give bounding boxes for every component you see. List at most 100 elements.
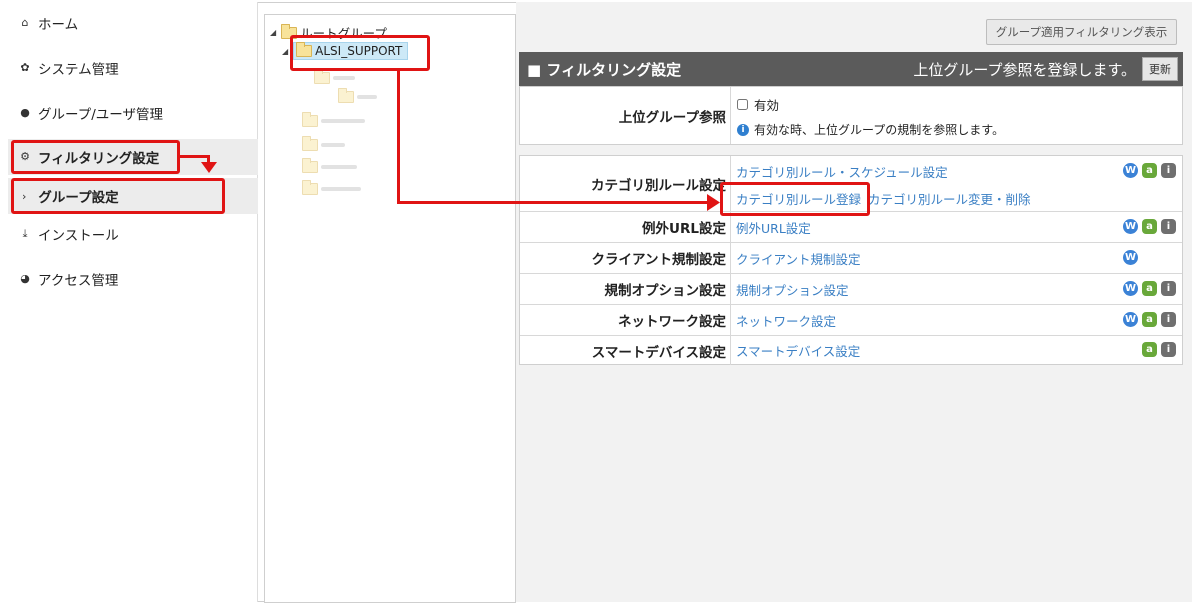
tree-node-blurred[interactable] — [314, 69, 355, 84]
sidebar-item-label: ホーム — [38, 17, 79, 33]
web-badge-icon: W — [1123, 281, 1138, 296]
parent-ref-checkbox[interactable] — [737, 99, 748, 110]
tree-node-blurred[interactable] — [302, 180, 361, 195]
sidebar-item-label: グループ/ユーザ管理 — [38, 107, 163, 123]
android-badge-icon: a — [1142, 342, 1157, 357]
group-filter-display-button[interactable]: グループ適用フィルタリング表示 — [986, 19, 1177, 45]
folder-icon — [302, 158, 318, 173]
android-badge-icon: a — [1142, 281, 1157, 296]
rule-value: スマートデバイス設定 a i — [732, 336, 1182, 365]
android-badge-icon: a — [1142, 312, 1157, 327]
update-button[interactable]: 更新 — [1142, 57, 1178, 81]
badge-group: W a i — [1123, 312, 1176, 327]
client-restriction-link[interactable]: クライアント規制設定 — [736, 249, 861, 268]
sidebar-item-label: フィルタリング設定 — [38, 151, 160, 167]
badge-group: W a i — [1123, 281, 1176, 296]
badge-group: a i — [1142, 342, 1176, 357]
arrow-line — [397, 71, 400, 204]
collapse-icon[interactable]: ◢ — [282, 47, 288, 56]
web-badge-icon: W — [1123, 312, 1138, 327]
android-badge-icon: a — [1142, 219, 1157, 234]
rules-table: カテゴリ別ルール設定 カテゴリ別ルール・スケジュール設定 カテゴリ別ルール登録 … — [519, 155, 1183, 365]
rule-label: スマートデバイス設定 — [520, 336, 731, 365]
tree-node-alsi-support[interactable]: ALSI_SUPPORT — [293, 42, 409, 60]
category-register-link[interactable]: カテゴリ別ルール登録 — [736, 189, 861, 208]
sidebar-item-group-settings[interactable]: › グループ設定 — [8, 178, 258, 214]
sidebar-item-system[interactable]: ✿ システム管理 — [8, 50, 258, 86]
sidebar-item-label: グループ設定 — [38, 190, 119, 206]
parent-ref-label: 上位グループ参照 — [520, 87, 731, 144]
restriction-option-link[interactable]: 規制オプション設定 — [736, 280, 849, 299]
tree-node-selected[interactable]: ◢ ALSI_SUPPORT — [282, 42, 409, 60]
sidebar-item-access[interactable]: ◕ アクセス管理 — [8, 261, 258, 297]
ios-badge-icon: i — [1161, 342, 1176, 357]
tree-node-label: ALSI_SUPPORT — [315, 44, 403, 58]
sidebar-item-filtering[interactable]: ⚙ フィルタリング設定 — [8, 139, 258, 175]
table-row: 規制オプション設定 規制オプション設定 W a i — [520, 274, 1182, 305]
folder-icon — [302, 180, 318, 195]
section-header: ■ フィルタリング設定 上位グループ参照を登録します。 更新 — [519, 52, 1183, 86]
rule-value: クライアント規制設定 W — [732, 243, 1182, 273]
tree-node-blurred[interactable] — [338, 88, 377, 103]
parent-ref-checkbox-label: 有効 — [754, 98, 780, 113]
rule-label: クライアント規制設定 — [520, 243, 731, 273]
web-badge-icon: W — [1123, 163, 1138, 178]
exception-url-link[interactable]: 例外URL設定 — [736, 218, 811, 237]
info-icon: i — [737, 123, 749, 136]
parent-ref-info-text: 有効な時、上位グループの規制を参照します。 — [754, 123, 1005, 137]
rule-label: 例外URL設定 — [520, 212, 731, 242]
parent-ref-checkbox-wrap[interactable]: 有効 — [737, 95, 779, 114]
ios-badge-icon: i — [1161, 163, 1176, 178]
blurred-label — [321, 187, 361, 191]
blurred-label — [321, 119, 365, 123]
folder-icon — [338, 88, 354, 103]
pie-chart-icon: ◕ — [20, 272, 30, 285]
blurred-label — [321, 165, 357, 169]
folder-icon — [302, 112, 318, 127]
rule-value: カテゴリ別ルール・スケジュール設定 カテゴリ別ルール登録 カテゴリ別ルール変更・… — [732, 156, 1182, 211]
collapse-icon[interactable]: ◢ — [270, 28, 276, 37]
parent-ref-table: 上位グループ参照 有効 i 有効な時、上位グループの規制を参照します。 — [519, 86, 1183, 145]
blurred-label — [333, 76, 355, 80]
smart-device-link[interactable]: スマートデバイス設定 — [736, 341, 860, 360]
tree-node-blurred[interactable] — [302, 158, 357, 173]
rule-value: 例外URL設定 W a i — [732, 212, 1182, 242]
ios-badge-icon: i — [1161, 281, 1176, 296]
group-tree-panel: ◢ ルートグループ ◢ ALSI_SUPPORT — [264, 14, 516, 603]
rule-label: ネットワーク設定 — [520, 305, 731, 335]
download-icon: ⤓ — [22, 227, 28, 240]
blurred-label — [357, 95, 377, 99]
sidebar-item-home[interactable]: ⌂ ホーム — [8, 5, 258, 41]
network-link[interactable]: ネットワーク設定 — [736, 311, 836, 330]
category-schedule-link[interactable]: カテゴリ別ルール・スケジュール設定 — [736, 162, 948, 181]
badge-group: W — [1123, 250, 1138, 265]
rule-value: 規制オプション設定 W a i — [732, 274, 1182, 304]
web-badge-icon: W — [1123, 219, 1138, 234]
parent-ref-value: 有効 i 有効な時、上位グループの規制を参照します。 — [732, 87, 1182, 144]
sidebar-item-label: インストール — [38, 228, 119, 244]
cogs-icon: ⚙ — [20, 150, 30, 163]
users-icon: ● — [20, 106, 30, 119]
arrow-line — [180, 155, 210, 158]
android-badge-icon: a — [1142, 163, 1157, 178]
sidebar: ⌂ ホーム ✿ システム管理 ● グループ/ユーザ管理 ⚙ フィルタリング設定 … — [8, 2, 258, 602]
parent-ref-info: i 有効な時、上位グループの規制を参照します。 — [737, 121, 1004, 138]
rule-value: ネットワーク設定 W a i — [732, 305, 1182, 335]
folder-icon — [281, 23, 298, 39]
chevron-right-icon: › — [22, 189, 27, 203]
web-badge-icon: W — [1123, 250, 1138, 265]
folder-icon — [302, 136, 318, 151]
sidebar-item-label: システム管理 — [38, 62, 119, 78]
tree-root[interactable]: ◢ ルートグループ — [270, 23, 387, 42]
arrow-head-icon — [707, 194, 720, 211]
section-title: ■ フィルタリング設定 — [527, 60, 682, 79]
arrow-line — [397, 201, 709, 204]
sidebar-item-install[interactable]: ⤓ インストール — [8, 216, 258, 252]
tree-node-blurred[interactable] — [302, 136, 345, 151]
category-edit-delete-link[interactable]: カテゴリ別ルール変更・削除 — [868, 189, 1031, 208]
section-note: 上位グループ参照を登録します。 — [913, 60, 1136, 79]
blurred-label — [321, 143, 345, 147]
tree-node-blurred[interactable] — [302, 112, 365, 127]
folder-icon — [314, 69, 330, 84]
sidebar-item-group-user[interactable]: ● グループ/ユーザ管理 — [8, 95, 258, 131]
